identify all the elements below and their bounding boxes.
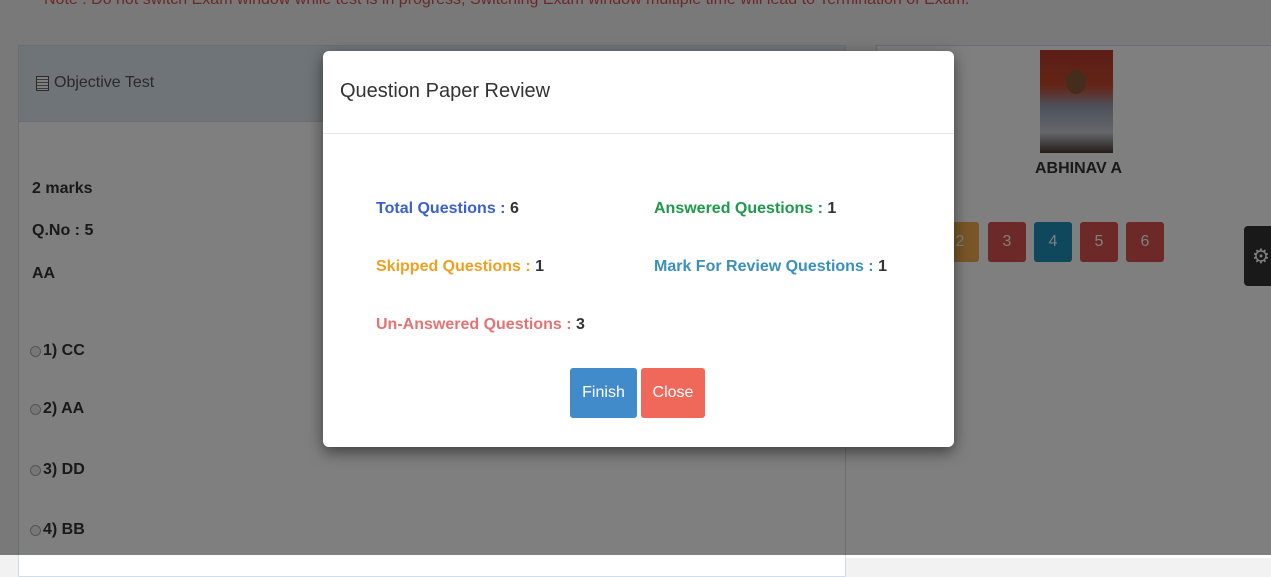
skipped-questions-stat: Skipped Questions : 1 — [376, 258, 544, 276]
stat-label: Mark For Review Questions : — [654, 258, 879, 275]
stat-label: Answered Questions : — [654, 200, 828, 217]
mark-for-review-stat: Mark For Review Questions : 1 — [654, 258, 887, 276]
stat-value: 3 — [576, 316, 585, 333]
stat-label: Un-Answered Questions : — [376, 316, 577, 333]
question-review-modal: Question Paper Review Total Questions : … — [323, 51, 954, 447]
stat-value: 1 — [827, 200, 837, 217]
modal-header: Question Paper Review — [323, 51, 954, 134]
stat-value: 6 — [509, 200, 519, 217]
close-button[interactable]: Close — [641, 368, 705, 418]
stat-label: Total Questions : — [376, 200, 510, 217]
answered-questions-stat: Answered Questions : 1 — [654, 200, 836, 218]
finish-button[interactable]: Finish — [570, 368, 637, 418]
unanswered-questions-stat: Un-Answered Questions : 3 — [376, 316, 585, 334]
modal-title: Question Paper Review — [340, 80, 551, 102]
stat-label: Skipped Questions : — [376, 258, 536, 275]
stat-value: 1 — [878, 258, 887, 275]
stat-value: 1 — [535, 258, 545, 275]
total-questions-stat: Total Questions : 6 — [376, 200, 519, 218]
